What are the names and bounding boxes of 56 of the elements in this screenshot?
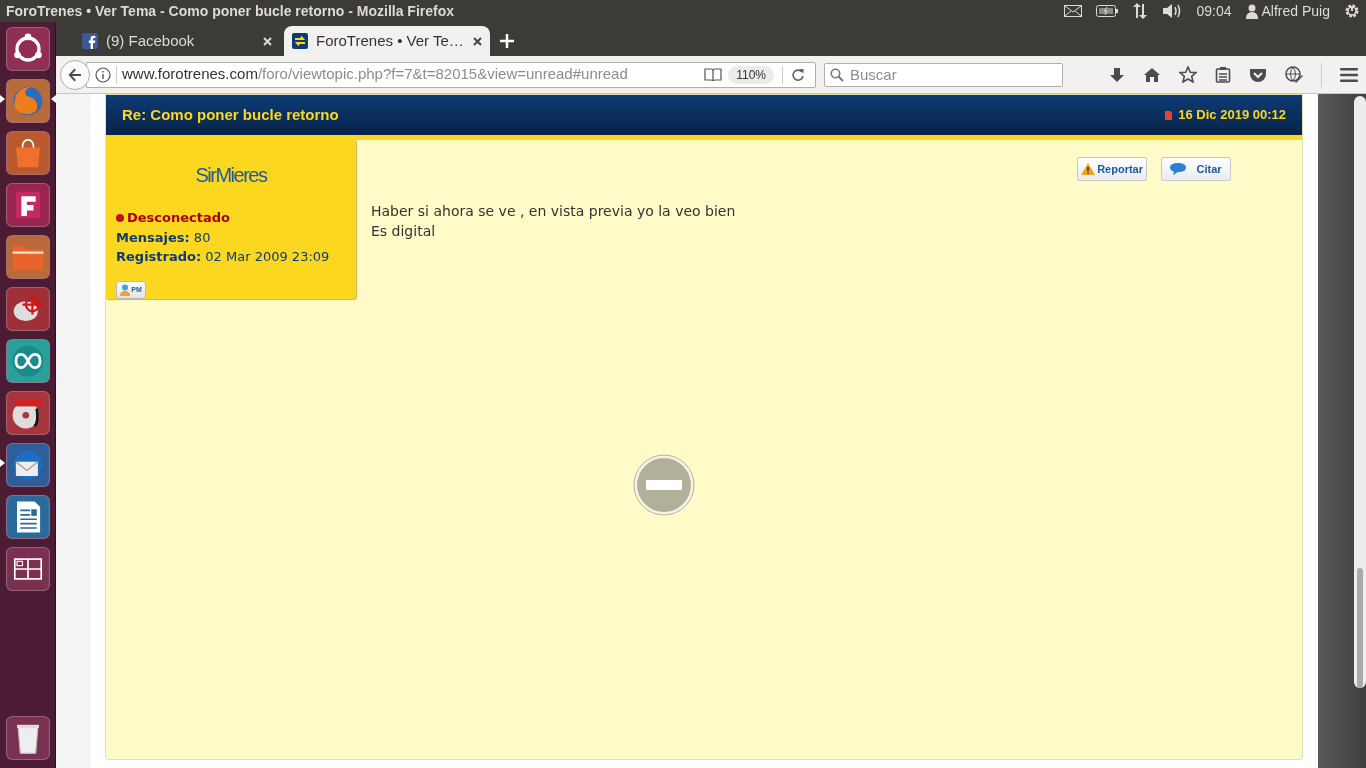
author-name[interactable]: SirMieres: [195, 160, 267, 190]
report-button[interactable]: Reportar: [1077, 157, 1147, 181]
left-arrow-icon: [68, 67, 82, 82]
document-icon: [1165, 110, 1173, 120]
clipboard-icon[interactable]: [1215, 66, 1231, 83]
zoom-level-button[interactable]: 110%: [728, 65, 774, 84]
reload-icon[interactable]: [791, 67, 805, 82]
post-title[interactable]: Re: Como poner bucle retorno: [122, 103, 339, 127]
star-icon[interactable]: [1179, 66, 1197, 83]
user-name[interactable]: Alfred Puig: [1261, 0, 1330, 22]
document-page-icon[interactable]: [5, 495, 50, 539]
trash-bin-icon[interactable]: [5, 716, 50, 760]
quote-button[interactable]: Citar: [1161, 157, 1231, 181]
profile-stat: Registrado: 02 Mar 2009 23:09: [116, 248, 331, 266]
home-icon[interactable]: [1143, 66, 1161, 83]
letter-f-square-icon: [82, 33, 98, 49]
envelope-icon[interactable]: [1064, 5, 1083, 17]
post-text: Es digital: [371, 222, 437, 241]
pocket-icon[interactable]: [1249, 66, 1267, 83]
person-icon: [120, 283, 131, 296]
folder-icon[interactable]: [5, 235, 50, 279]
clock-time[interactable]: 09:04: [1196, 0, 1232, 22]
info-icon[interactable]: [95, 66, 111, 83]
bird-envelope-icon[interactable]: [5, 443, 50, 487]
close-icon[interactable]: [473, 36, 482, 46]
crosshair-icon[interactable]: [5, 287, 50, 331]
open-book-icon[interactable]: [704, 67, 723, 82]
search-icon: [830, 67, 844, 82]
address-bar[interactable]: www.forotrenes.com/foro/viewtopic.php?f=7&t=82015&view=unread#unread 110%: [86, 61, 816, 88]
infinity-icon[interactable]: [5, 339, 50, 383]
online-status: Desconectado: [127, 209, 230, 227]
workspace-grid-icon[interactable]: [5, 547, 50, 591]
search-field[interactable]: Buscar: [824, 62, 1063, 87]
globe-pencil-icon[interactable]: [1285, 65, 1303, 84]
url-text[interactable]: www.forotrenes.com/foro/viewtopic.php?f=7&t=82015&view=unread#unread: [122, 63, 628, 86]
profile-stat: Mensajes: 80: [116, 228, 212, 247]
volume-icon[interactable]: [1162, 3, 1183, 19]
menu-icon[interactable]: [1340, 67, 1358, 82]
back-button[interactable]: [60, 59, 90, 90]
plus-icon[interactable]: [500, 34, 514, 48]
browser-tab[interactable]: ForoTrenes • Ver Te…: [284, 26, 490, 56]
shopping-bag-icon[interactable]: [5, 131, 50, 175]
battery-icon[interactable]: [1096, 5, 1119, 17]
post-text: Haber si ahora se ve , en vista previa yo la veo bien: [371, 202, 737, 221]
fox-globe-icon[interactable]: [5, 79, 50, 123]
warning-icon: [1081, 163, 1096, 175]
post-date: 16 Dic 2019 00:12: [1178, 106, 1286, 125]
download-arrow-icon[interactable]: [1109, 66, 1125, 83]
letter-f-tile-icon[interactable]: [5, 183, 50, 227]
double-arrow-square-icon: [292, 33, 308, 49]
speech-bubble-icon: [1170, 163, 1187, 175]
person-icon: [1245, 3, 1258, 19]
browser-tab[interactable]: (9) Facebook: [74, 26, 280, 56]
window-title: ForoTrenes • Ver Tema - Como poner bucle retorno - Mozilla Firefox: [6, 1, 455, 21]
up-down-arrows-icon[interactable]: [1132, 3, 1149, 19]
power-gear-icon[interactable]: [1344, 3, 1360, 19]
